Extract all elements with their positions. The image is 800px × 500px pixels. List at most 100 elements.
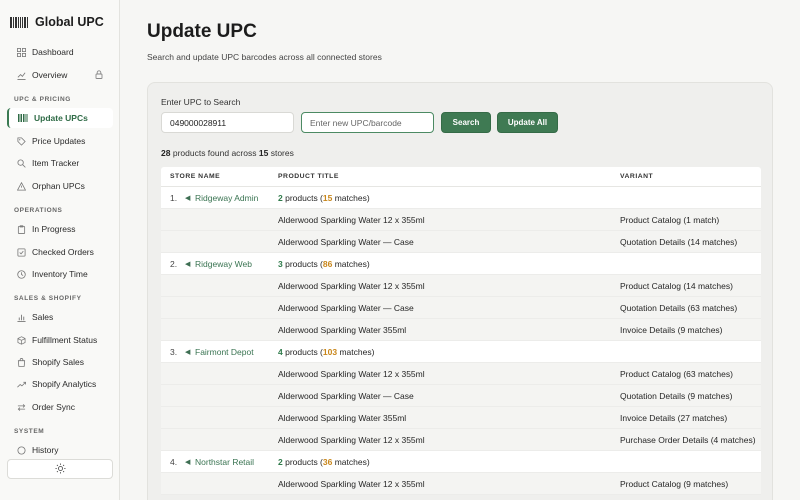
row-index: 3.	[170, 346, 178, 357]
variant-label: Product Catalog (14 matches)	[620, 280, 733, 291]
sidebar-item-in-progress[interactable]: In Progress	[7, 219, 113, 239]
row-index: 2.	[170, 258, 178, 269]
table-row[interactable]: Alderwood Sparkling Water — Case Quotati…	[161, 385, 761, 407]
variant-label: Invoice Details (27 matches)	[620, 412, 728, 423]
collapse-triangle-icon[interactable]: ◀	[185, 260, 190, 268]
store-name-link[interactable]: Northstar Retail	[195, 457, 254, 467]
sidebar-item-label: Price Updates	[32, 136, 86, 146]
column-header-variant[interactable]: VARIANT	[620, 173, 653, 180]
page-subtitle: Search and update UPC barcodes across al…	[147, 52, 382, 62]
row-index: 1.	[170, 192, 178, 203]
sidebar-item-label: Shopify Sales	[32, 357, 84, 367]
table-row-store-group[interactable]: 3. ◀ Fairmont Depot 4 products (103 matc…	[161, 341, 761, 363]
sidebar-item-overview[interactable]: Overview	[7, 65, 113, 85]
collapse-triangle-icon[interactable]: ◀	[185, 458, 190, 466]
product-title: Alderwood Sparkling Water 12 x 355ml	[278, 434, 425, 445]
store-name-link[interactable]: Ridgeway Admin	[195, 193, 258, 203]
upc-field-label: Enter UPC to Search	[161, 97, 241, 107]
sidebar-item-order-sync[interactable]: Order Sync	[7, 397, 113, 417]
table-row[interactable]: Alderwood Sparkling Water — Case Quotati…	[161, 231, 761, 253]
barcode-icon	[18, 113, 28, 123]
sidebar-item-shopify-sales[interactable]: Shopify Sales	[7, 352, 113, 372]
page-title: Update UPC	[147, 21, 257, 42]
clipboard-icon	[16, 224, 26, 234]
bar-chart-icon	[16, 312, 26, 322]
sidebar-item-shopify-analytics[interactable]: Shopify Analytics	[7, 374, 113, 394]
table-row[interactable]: Alderwood Sparkling Water 12 x 355ml Pro…	[161, 209, 761, 231]
store-name-link[interactable]: Fairmont Depot	[195, 347, 254, 357]
sidebar-item-fulfillment-status[interactable]: Fulfillment Status	[7, 330, 113, 350]
sidebar-item-label: Overview	[32, 70, 68, 80]
sidebar-item-label: Sales	[32, 312, 54, 322]
variant-label: Quotation Details (9 matches)	[620, 390, 733, 401]
variant-label: Product Catalog (1 match)	[620, 214, 720, 225]
upc-search-input[interactable]	[161, 112, 294, 133]
table-row[interactable]: Alderwood Sparkling Water — Case Quotati…	[161, 297, 761, 319]
tag-icon	[16, 136, 26, 146]
product-title: Alderwood Sparkling Water 12 x 355ml	[278, 214, 425, 225]
clock-icon	[16, 269, 26, 279]
sidebar-item-label: In Progress	[32, 224, 76, 234]
brand[interactable]: Global UPC	[0, 0, 119, 44]
product-title: Alderwood Sparkling Water 355ml	[278, 412, 407, 423]
sidebar-item-sales[interactable]: Sales	[7, 307, 113, 327]
table-row-store-group[interactable]: 2. ◀ Ridgeway Web 3 products (86 matches…	[161, 253, 761, 275]
section-title-sales-shopify: SALES & SHOPIFY	[14, 295, 82, 302]
sidebar-item-label: History	[32, 445, 59, 455]
chart-line-icon	[16, 70, 26, 80]
column-header-product[interactable]: PRODUCT TITLE	[278, 173, 339, 180]
table-row[interactable]: Alderwood Sparkling Water 12 x 355ml Pro…	[161, 275, 761, 297]
theme-toggle-button[interactable]	[7, 459, 113, 479]
product-title: Alderwood Sparkling Water — Case	[278, 302, 414, 313]
table-row[interactable]: Alderwood Sparkling Water 12 x 355ml Pro…	[161, 473, 761, 495]
table-row[interactable]: Alderwood Sparkling Water 12 x 355ml Pro…	[161, 363, 761, 385]
sidebar-item-label: Checked Orders	[32, 247, 94, 257]
sidebar-item-history[interactable]: History	[7, 440, 113, 460]
search-icon	[16, 158, 26, 168]
product-title: Alderwood Sparkling Water — Case	[278, 236, 414, 247]
sidebar-item-inventory-time[interactable]: Inventory Time	[7, 264, 113, 284]
history-icon	[16, 445, 26, 455]
sidebar-item-checked-orders[interactable]: Checked Orders	[7, 242, 113, 262]
sidebar-item-label: Fulfillment Status	[32, 335, 98, 345]
sidebar-item-label: Inventory Time	[32, 269, 88, 279]
results-table: STORE NAME PRODUCT TITLE VARIANT 1. ◀ Ri…	[161, 167, 761, 495]
sidebar-item-price-updates[interactable]: Price Updates	[7, 131, 113, 151]
box-icon	[16, 335, 26, 345]
store-name-link[interactable]: Ridgeway Web	[195, 259, 252, 269]
section-title-upc-pricing: UPC & PRICING	[14, 96, 71, 103]
table-row[interactable]: Alderwood Sparkling Water 355ml Invoice …	[161, 319, 761, 341]
results-summary: 28 products found across 15 stores	[161, 148, 294, 158]
variant-label: Quotation Details (63 matches)	[620, 302, 738, 313]
product-count: 4 products (103 matches)	[278, 346, 375, 357]
barcode-icon	[10, 16, 28, 28]
variant-label: Product Catalog (63 matches)	[620, 368, 733, 379]
column-header-store[interactable]: STORE NAME	[170, 173, 220, 180]
sidebar-item-label: Orphan UPCs	[32, 181, 85, 191]
checklist-icon	[16, 247, 26, 257]
sidebar-item-item-tracker[interactable]: Item Tracker	[7, 153, 113, 173]
table-body: 1. ◀ Ridgeway Admin 2 products (15 match…	[161, 187, 761, 495]
collapse-triangle-icon[interactable]: ◀	[185, 194, 190, 202]
table-row[interactable]: Alderwood Sparkling Water 355ml Invoice …	[161, 407, 761, 429]
section-title-system: SYSTEM	[14, 428, 45, 435]
product-title: Alderwood Sparkling Water 12 x 355ml	[278, 280, 425, 291]
search-card: Enter UPC to Search Search Update All 28…	[147, 82, 773, 500]
table-row[interactable]: Alderwood Sparkling Water 12 x 355ml Pur…	[161, 429, 761, 451]
sidebar-item-label: Update UPCs	[34, 113, 88, 123]
table-row-store-group[interactable]: 4. ◀ Northstar Retail 2 products (36 mat…	[161, 451, 761, 473]
lock-icon	[95, 69, 103, 81]
sidebar-item-update-upcs[interactable]: Update UPCs	[7, 108, 113, 128]
sidebar-item-orphan-upcs[interactable]: Orphan UPCs	[7, 176, 113, 196]
new-upc-input[interactable]	[301, 112, 434, 133]
search-button[interactable]: Search	[441, 112, 491, 133]
brand-title: Global UPC	[35, 15, 104, 29]
table-row-store-group[interactable]: 1. ◀ Ridgeway Admin 2 products (15 match…	[161, 187, 761, 209]
variant-label: Invoice Details (9 matches)	[620, 324, 723, 335]
sidebar-item-label: Dashboard	[32, 47, 74, 57]
collapse-triangle-icon[interactable]: ◀	[185, 348, 190, 356]
row-index: 4.	[170, 456, 178, 467]
sidebar-item-label: Shopify Analytics	[32, 379, 97, 389]
sidebar-item-dashboard[interactable]: Dashboard	[7, 42, 113, 62]
update-all-button[interactable]: Update All	[497, 112, 558, 133]
